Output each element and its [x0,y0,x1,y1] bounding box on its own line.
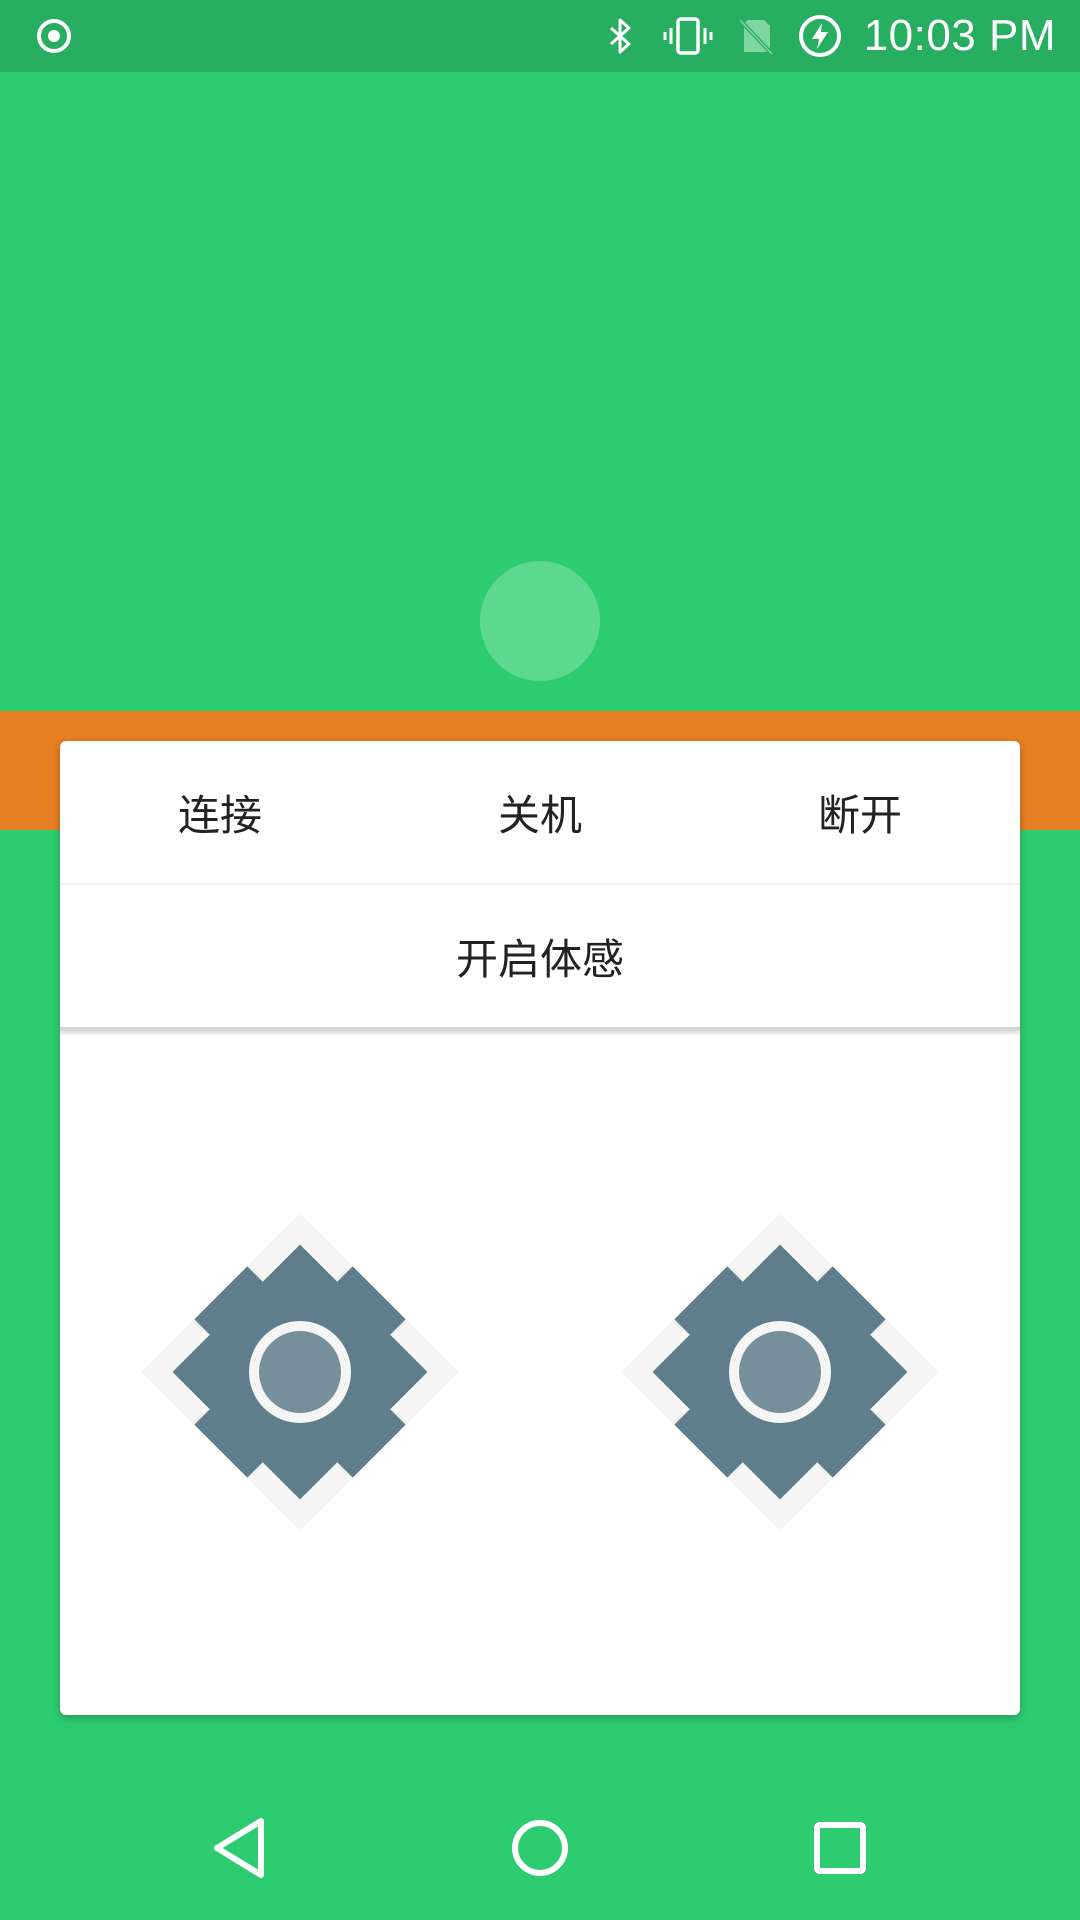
center-button-icon[interactable] [249,1321,351,1423]
bluetooth-icon [609,18,631,54]
right-dpad[interactable] [590,1182,970,1562]
status-time: 10:03 PM [863,11,1056,60]
status-icons: 10:03 PM [600,0,1056,72]
tilt-indicator [480,561,600,681]
home-icon [512,1820,568,1876]
back-icon [214,1818,264,1878]
left-dpad[interactable] [110,1182,490,1562]
record-icon [37,19,71,53]
top-button-row: 连接 关机 断开 [60,741,1020,883]
center-button-icon[interactable] [729,1321,831,1423]
motion-sensing-button[interactable]: 开启体感 [60,885,1020,1027]
connect-button[interactable]: 连接 [60,741,380,883]
divider [60,1027,1020,1031]
battery-charging-icon [798,15,841,57]
disconnect-button[interactable]: 断开 [700,741,1020,883]
back-button[interactable] [190,1798,290,1898]
home-button[interactable] [490,1798,590,1898]
navigation-bar [0,1776,1080,1920]
status-bar: 10:03 PM [0,0,1080,72]
recent-apps-button[interactable] [790,1798,890,1898]
app-screen: 10:03 PM 连接 关机 断开 开启体感 [0,0,1080,1920]
no-sim-icon [738,18,774,56]
control-card: 连接 关机 断开 开启体感 [60,741,1020,1715]
shutdown-button[interactable]: 关机 [380,741,700,883]
vibrate-icon [663,17,713,55]
recent-apps-icon [814,1822,866,1874]
